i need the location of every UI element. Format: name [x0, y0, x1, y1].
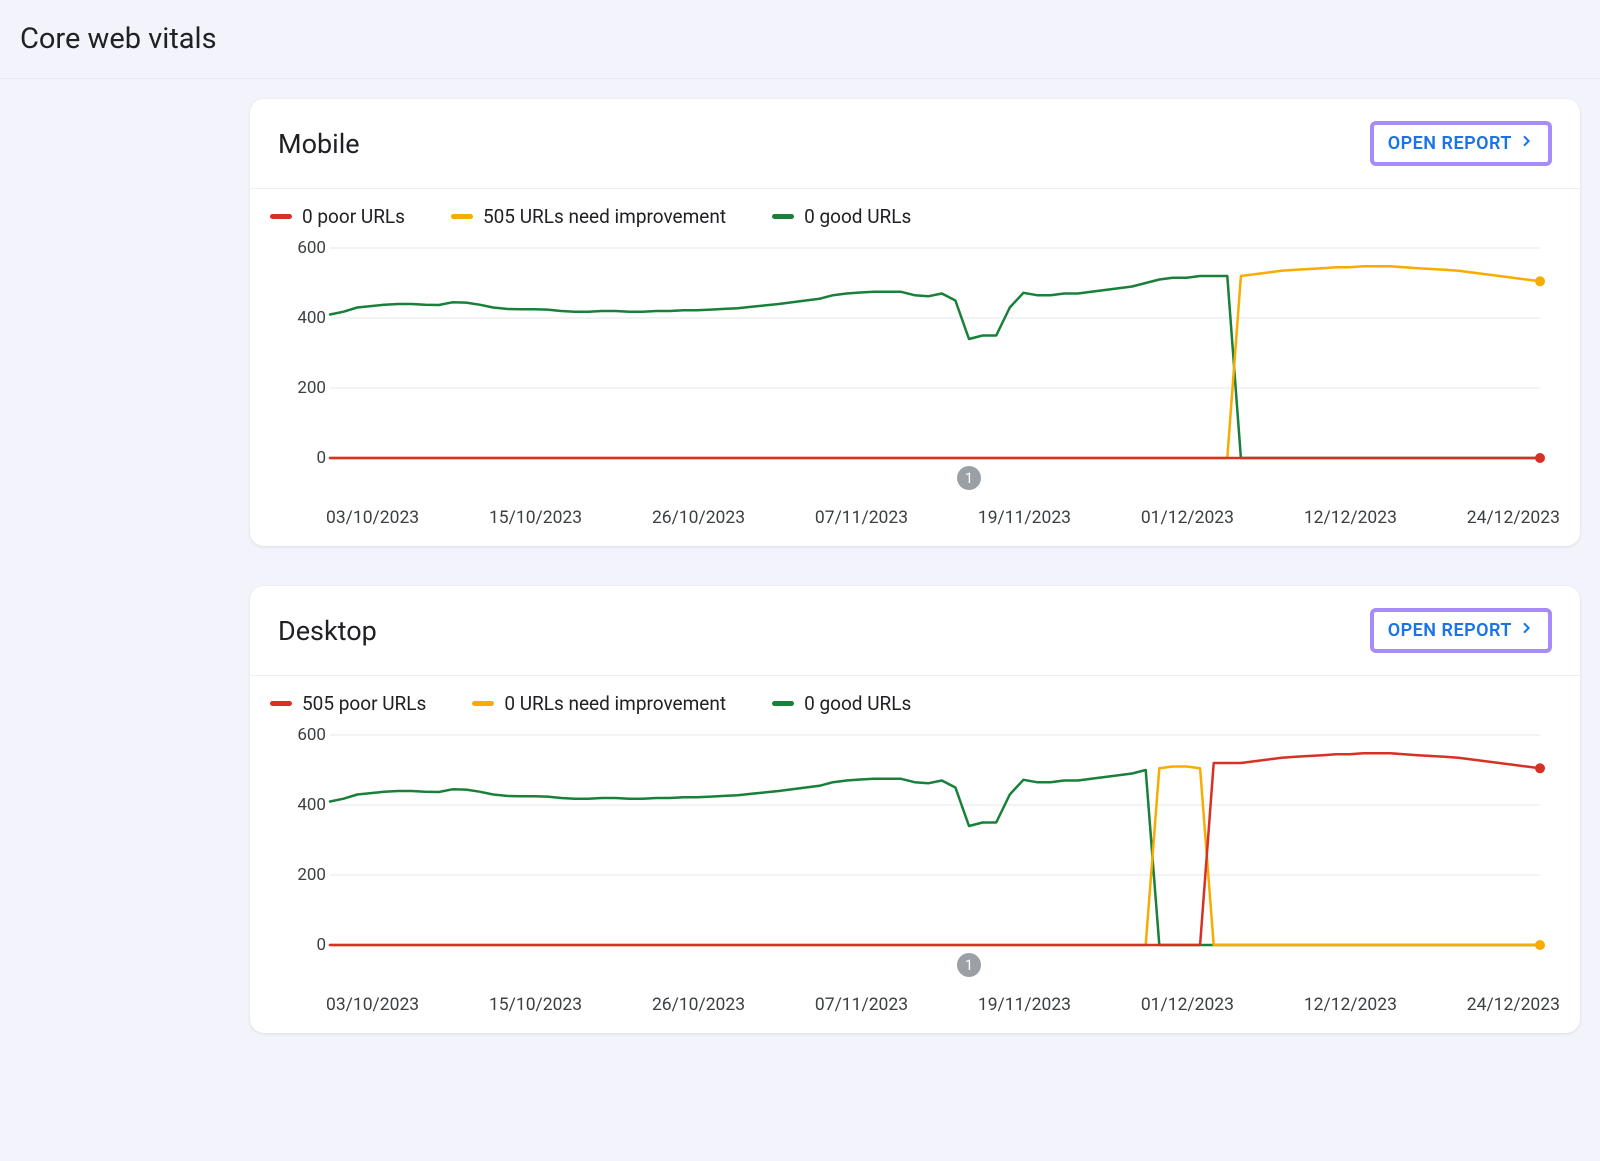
xtick-label: 12/12/2023	[1304, 995, 1397, 1015]
xtick-label: 01/12/2023	[1141, 995, 1234, 1015]
page-title: Core web vitals	[0, 0, 1600, 79]
panel-mobile-title: Mobile	[278, 128, 360, 160]
ytick-label: 0	[276, 448, 326, 468]
legend-good: 0 good URLs	[772, 692, 911, 715]
ytick-label: 200	[276, 378, 326, 398]
legend-good: 0 good URLs	[772, 205, 911, 228]
panel-desktop: Desktop OPEN REPORT 505 poor URLs 0 URLs…	[250, 586, 1580, 1033]
open-report-label: OPEN REPORT	[1388, 133, 1512, 154]
panel-desktop-title: Desktop	[278, 615, 377, 647]
panel-mobile-legend: 0 poor URLs 505 URLs need improvement 0 …	[250, 189, 1580, 232]
panel-desktop-xticks: 03/10/2023 15/10/2023 26/10/2023 07/11/2023…	[250, 985, 1580, 1015]
legend-poor: 505 poor URLs	[270, 692, 426, 715]
legend-needs-label: 505 URLs need improvement	[483, 205, 726, 228]
panel-desktop-header: Desktop OPEN REPORT	[250, 586, 1580, 676]
xtick-label: 03/10/2023	[326, 508, 419, 528]
annotation-marker[interactable]: 1	[957, 466, 981, 490]
panels-container: Mobile OPEN REPORT 0 poor URLs 505 URLs …	[0, 79, 1600, 1093]
panel-mobile-xticks: 03/10/2023 15/10/2023 26/10/2023 07/11/2023…	[250, 498, 1580, 528]
xtick-label: 15/10/2023	[489, 508, 582, 528]
legend-poor: 0 poor URLs	[270, 205, 405, 228]
xtick-label: 07/11/2023	[815, 508, 908, 528]
legend-needs: 0 URLs need improvement	[472, 692, 726, 715]
ytick-label: 400	[276, 308, 326, 328]
xtick-label: 07/11/2023	[815, 995, 908, 1015]
panel-desktop-chart: 0 200 400 600 1	[270, 725, 1560, 985]
panel-mobile-header: Mobile OPEN REPORT	[250, 99, 1580, 189]
swatch-needs	[472, 701, 494, 706]
legend-good-label: 0 good URLs	[804, 692, 911, 715]
annotation-marker[interactable]: 1	[957, 953, 981, 977]
open-report-button-desktop[interactable]: OPEN REPORT	[1370, 608, 1552, 653]
xtick-label: 15/10/2023	[489, 995, 582, 1015]
swatch-poor	[270, 701, 292, 706]
chevron-right-icon	[1518, 133, 1534, 154]
xtick-label: 01/12/2023	[1141, 508, 1234, 528]
panel-mobile: Mobile OPEN REPORT 0 poor URLs 505 URLs …	[250, 99, 1580, 546]
xtick-label: 19/11/2023	[978, 995, 1071, 1015]
xtick-label: 24/12/2023	[1467, 995, 1560, 1015]
legend-needs: 505 URLs need improvement	[451, 205, 726, 228]
xtick-label: 03/10/2023	[326, 995, 419, 1015]
ytick-label: 600	[276, 238, 326, 258]
xtick-label: 26/10/2023	[652, 995, 745, 1015]
panel-mobile-chart: 0 200 400 600 1	[270, 238, 1560, 498]
swatch-needs	[451, 214, 473, 219]
legend-poor-label: 505 poor URLs	[302, 692, 426, 715]
swatch-poor	[270, 214, 292, 219]
xtick-label: 26/10/2023	[652, 508, 745, 528]
ytick-label: 400	[276, 795, 326, 815]
xtick-label: 19/11/2023	[978, 508, 1071, 528]
open-report-label: OPEN REPORT	[1388, 620, 1512, 641]
ytick-label: 600	[276, 725, 326, 745]
xtick-label: 24/12/2023	[1467, 508, 1560, 528]
xtick-label: 12/12/2023	[1304, 508, 1397, 528]
chevron-right-icon	[1518, 620, 1534, 641]
legend-good-label: 0 good URLs	[804, 205, 911, 228]
swatch-good	[772, 214, 794, 219]
panel-desktop-legend: 505 poor URLs 0 URLs need improvement 0 …	[250, 676, 1580, 719]
legend-poor-label: 0 poor URLs	[302, 205, 405, 228]
open-report-button-mobile[interactable]: OPEN REPORT	[1370, 121, 1552, 166]
ytick-label: 200	[276, 865, 326, 885]
swatch-good	[772, 701, 794, 706]
legend-needs-label: 0 URLs need improvement	[504, 692, 726, 715]
ytick-label: 0	[276, 935, 326, 955]
